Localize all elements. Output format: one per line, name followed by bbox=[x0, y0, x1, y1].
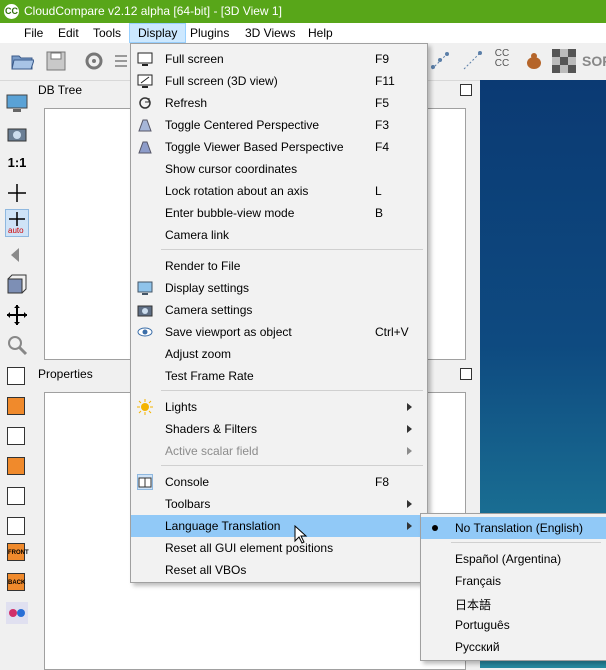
left-toolbar: 1:1 auto FRONT BACK bbox=[0, 81, 34, 668]
menu-item-save-viewport[interactable]: Save viewport as object Ctrl+V bbox=[131, 321, 427, 343]
menu-separator bbox=[161, 390, 423, 391]
view-iso-cube-icon[interactable] bbox=[7, 367, 25, 385]
display-menu: Full screen F9 Full screen (3D view) F11… bbox=[130, 43, 428, 583]
menu-item-toggle-centered-perspective[interactable]: Toggle Centered Perspective F3 bbox=[131, 114, 427, 136]
menu-item-full-screen[interactable]: Full screen F9 bbox=[131, 48, 427, 70]
menu-item-bubble-view[interactable]: Enter bubble-view mode B bbox=[131, 202, 427, 224]
menu-item-lights[interactable]: Lights bbox=[131, 396, 427, 418]
display-settings-icon bbox=[137, 280, 153, 296]
lang-item-spanish[interactable]: Español (Argentina) bbox=[421, 548, 606, 570]
auto-label: auto bbox=[8, 226, 24, 235]
submenu-arrow-icon bbox=[407, 425, 412, 433]
viewer-perspective-icon bbox=[137, 139, 153, 155]
title-bar: CC CloudCompare v2.12 alpha [64-bit] - [… bbox=[0, 0, 606, 23]
radio-checked-icon bbox=[432, 525, 438, 531]
view-front-cube-icon[interactable]: FRONT bbox=[7, 543, 29, 561]
undock-icon[interactable] bbox=[460, 84, 472, 96]
mouse-cursor-icon bbox=[294, 524, 308, 545]
menu-bar: File Edit Tools Display Plugins 3D Views… bbox=[0, 23, 606, 43]
menu-item-console[interactable]: Console F8 bbox=[131, 471, 427, 493]
pivot-cross-icon[interactable] bbox=[5, 181, 29, 205]
undock-icon[interactable] bbox=[460, 368, 472, 380]
scatter-points-icon[interactable] bbox=[428, 49, 452, 73]
menu-tools[interactable]: Tools bbox=[85, 23, 129, 43]
potato-icon[interactable] bbox=[522, 49, 546, 73]
menu-item-camera-link[interactable]: Camera link bbox=[131, 224, 427, 246]
menu-help[interactable]: Help bbox=[300, 23, 341, 43]
view-bottom-cube-icon[interactable] bbox=[7, 427, 25, 445]
console-icon bbox=[137, 474, 153, 490]
menu-file[interactable]: File bbox=[16, 23, 51, 43]
window-title: CloudCompare v2.12 alpha [64-bit] - [3D … bbox=[24, 4, 282, 18]
lang-item-russian[interactable]: Русский bbox=[421, 636, 606, 658]
menu-item-display-settings[interactable]: Display settings bbox=[131, 277, 427, 299]
menu-item-adjust-zoom[interactable]: Adjust zoom bbox=[131, 343, 427, 365]
lang-item-french[interactable]: Français bbox=[421, 570, 606, 592]
save-icon[interactable] bbox=[44, 49, 68, 73]
view-iso2-cube-icon[interactable] bbox=[7, 517, 25, 535]
menu-item-shaders-filters[interactable]: Shaders & Filters bbox=[131, 418, 427, 440]
submenu-arrow-icon bbox=[407, 403, 412, 411]
display-monitor-icon[interactable] bbox=[5, 91, 29, 115]
translate-move-icon[interactable] bbox=[5, 303, 29, 327]
menu-item-refresh[interactable]: Refresh F5 bbox=[131, 92, 427, 114]
cc-compare-icon[interactable]: CC CC bbox=[490, 49, 514, 73]
zoom-1-1-icon[interactable]: 1:1 bbox=[5, 151, 29, 175]
menu-item-test-frame-rate[interactable]: Test Frame Rate bbox=[131, 365, 427, 387]
menu-separator bbox=[161, 465, 423, 466]
menu-plugins[interactable]: Plugins bbox=[182, 23, 237, 43]
language-submenu: No Translation (English) Español (Argent… bbox=[420, 513, 606, 661]
menu-item-camera-settings[interactable]: Camera settings bbox=[131, 299, 427, 321]
menu-display[interactable]: Display bbox=[129, 23, 187, 43]
menu-item-show-cursor-coordinates[interactable]: Show cursor coordinates bbox=[131, 158, 427, 180]
menu-item-toggle-viewer-perspective[interactable]: Toggle Viewer Based Perspective F4 bbox=[131, 136, 427, 158]
open-folder-icon[interactable] bbox=[10, 49, 35, 73]
flickr-dots-icon[interactable] bbox=[5, 601, 29, 625]
object-cube-icon[interactable] bbox=[5, 273, 29, 297]
menu-item-lock-rotation[interactable]: Lock rotation about an axis L bbox=[131, 180, 427, 202]
lang-item-japanese[interactable]: 日本語 bbox=[421, 592, 606, 614]
sun-icon bbox=[137, 399, 153, 415]
menu-edit[interactable]: Edit bbox=[50, 23, 87, 43]
list-icon[interactable] bbox=[114, 49, 128, 73]
menu-item-reset-vbos[interactable]: Reset all VBOs bbox=[131, 559, 427, 581]
auto-pivot-icon[interactable]: auto bbox=[5, 209, 29, 237]
submenu-arrow-icon bbox=[407, 447, 412, 455]
checkerboard-icon[interactable] bbox=[552, 49, 576, 73]
menu-item-full-screen-3d[interactable]: Full screen (3D view) F11 bbox=[131, 70, 427, 92]
menu-3d-views[interactable]: 3D Views bbox=[237, 23, 303, 43]
perspective-icon bbox=[137, 117, 153, 133]
view-back-cube-icon[interactable]: BACK bbox=[7, 573, 25, 591]
camera-icon[interactable] bbox=[5, 121, 29, 145]
submenu-arrow-icon bbox=[407, 522, 412, 530]
monitor-icon bbox=[137, 51, 153, 67]
cloudcompare-logo-icon: CC bbox=[4, 4, 19, 19]
menu-separator bbox=[161, 249, 423, 250]
view-left-cube-icon[interactable] bbox=[7, 457, 25, 475]
menu-item-language-translation[interactable]: Language Translation bbox=[131, 515, 427, 537]
menu-item-render-to-file[interactable]: Render to File bbox=[131, 255, 427, 277]
menu-item-reset-gui-positions[interactable]: Reset all GUI element positions bbox=[131, 537, 427, 559]
refresh-icon bbox=[137, 95, 153, 111]
camera-icon bbox=[137, 302, 153, 318]
eye-icon bbox=[137, 324, 153, 340]
lang-item-portuguese[interactable]: Português bbox=[421, 614, 606, 636]
segment-icon[interactable] bbox=[460, 49, 484, 73]
lang-item-english[interactable]: No Translation (English) bbox=[421, 517, 606, 539]
sor-filter-icon[interactable]: SOR bbox=[582, 49, 606, 73]
rotation-arrow-icon[interactable] bbox=[5, 243, 29, 267]
menu-separator bbox=[451, 542, 601, 543]
menu-item-toolbars[interactable]: Toolbars bbox=[131, 493, 427, 515]
view-right-cube-icon[interactable] bbox=[7, 487, 25, 505]
monitor-3d-icon bbox=[137, 73, 153, 89]
view-top-cube-icon[interactable] bbox=[7, 397, 25, 415]
submenu-arrow-icon bbox=[407, 500, 412, 508]
menu-item-active-scalar-field: Active scalar field bbox=[131, 440, 427, 462]
settings-gear-icon[interactable] bbox=[82, 49, 106, 73]
magnifier-zoom-icon[interactable] bbox=[5, 333, 29, 357]
